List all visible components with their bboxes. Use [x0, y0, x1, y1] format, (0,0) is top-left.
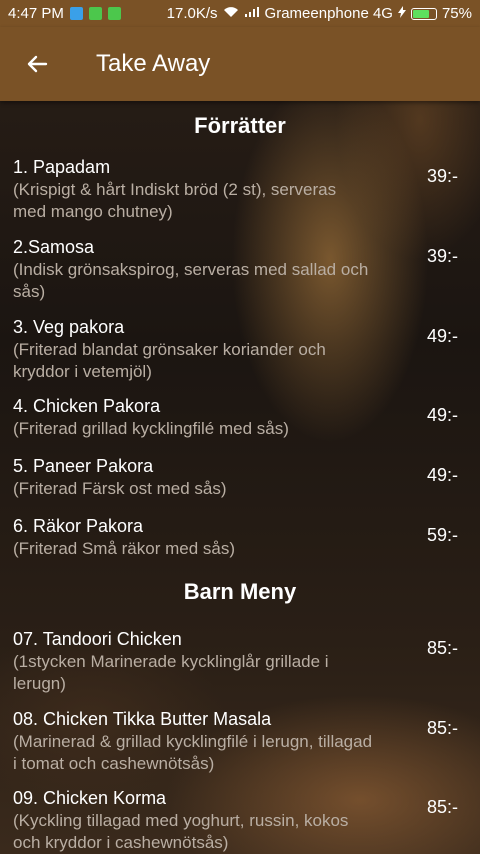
menu-item[interactable]: 09. Chicken Korma (Kyckling tillagad med… — [0, 786, 480, 854]
item-description: (Krispigt & hårt Indiskt bröd (2 st), se… — [13, 180, 337, 221]
item-name: 07. Tandoori Chicken — [13, 629, 182, 649]
battery-icon — [410, 7, 437, 20]
menu-item[interactable]: 1. Papadam (Krispigt & hårt Indiskt bröd… — [0, 155, 480, 235]
menu-list[interactable]: Förrätter 1. Papadam (Krispigt & hårt In… — [0, 101, 480, 854]
notification-icon — [69, 7, 83, 20]
item-price: 49:- — [426, 405, 458, 425]
item-description: (Friterad grillad kycklingfilé med sås) — [13, 419, 289, 438]
wifi-icon — [223, 5, 239, 22]
item-name: 6. Räkor Pakora — [13, 516, 144, 536]
item-name: 2.Samosa — [13, 237, 95, 257]
battery-percent: 75% — [441, 5, 472, 22]
item-description: (1stycken Marinerade kycklinglår grillad… — [13, 652, 329, 693]
back-button[interactable] — [22, 49, 52, 79]
network-speed: 17.0K/s — [166, 5, 218, 22]
charging-icon — [397, 5, 406, 22]
item-price: 85:- — [426, 638, 458, 658]
item-name: 4. Chicken Pakora — [13, 396, 161, 416]
menu-item[interactable]: 3. Veg pakora (Friterad blandat grönsake… — [0, 315, 480, 394]
item-description: (Kyckling tillagad med yoghurt, russin, … — [13, 811, 349, 852]
item-price: 59:- — [426, 525, 458, 545]
item-name: 3. Veg pakora — [13, 317, 125, 337]
menu-item[interactable]: 6. Räkor Pakora (Friterad Små räkor med … — [0, 514, 480, 572]
item-description: (Friterad Små räkor med sås) — [13, 539, 235, 558]
section-title: Barn Meny — [183, 579, 297, 604]
arrow-left-icon — [27, 55, 48, 73]
status-bar: 4:47 PM 17.0K/s Grameenphone 4G 75% — [0, 0, 480, 27]
item-description: (Friterad Färsk ost med sås) — [13, 479, 227, 498]
item-description: (Marinerad & grillad kycklingfilé i leru… — [13, 732, 373, 773]
item-price: 85:- — [426, 718, 458, 738]
item-name: 5. Paneer Pakora — [13, 456, 154, 476]
item-price: 39:- — [426, 166, 458, 186]
item-price: 49:- — [426, 326, 458, 346]
item-price: 49:- — [426, 465, 458, 485]
page-title: Take Away — [96, 50, 211, 77]
carrier-name: Grameenphone 4G — [264, 5, 393, 22]
menu-item[interactable]: 5. Paneer Pakora (Friterad Färsk ost med… — [0, 454, 480, 514]
battery-level-fill — [412, 9, 430, 18]
item-price: 39:- — [426, 246, 458, 266]
item-name: 1. Papadam — [13, 157, 111, 177]
android-icon — [107, 7, 121, 20]
app-bar: Take Away — [0, 27, 480, 101]
menu-item[interactable]: 4. Chicken Pakora (Friterad grillad kyck… — [0, 394, 480, 454]
item-name: 08. Chicken Tikka Butter Masala — [13, 709, 272, 729]
section-title: Förrätter — [194, 113, 286, 138]
lock-icon — [88, 7, 102, 20]
menu-item[interactable]: 08. Chicken Tikka Butter Masala (Mariner… — [0, 707, 480, 786]
item-name: 09. Chicken Korma — [13, 788, 167, 808]
signal-icon — [244, 5, 260, 22]
menu-item[interactable]: 07. Tandoori Chicken (1stycken Marinerad… — [0, 627, 480, 707]
item-description: (Friterad blandat grönsaker koriander oc… — [13, 340, 326, 381]
status-time: 4:47 PM — [8, 5, 64, 22]
item-description: (Indisk grönsakspirog, serveras med sall… — [13, 260, 369, 301]
menu-item[interactable]: 2.Samosa (Indisk grönsakspirog, serveras… — [0, 235, 480, 315]
item-price: 85:- — [426, 797, 458, 817]
